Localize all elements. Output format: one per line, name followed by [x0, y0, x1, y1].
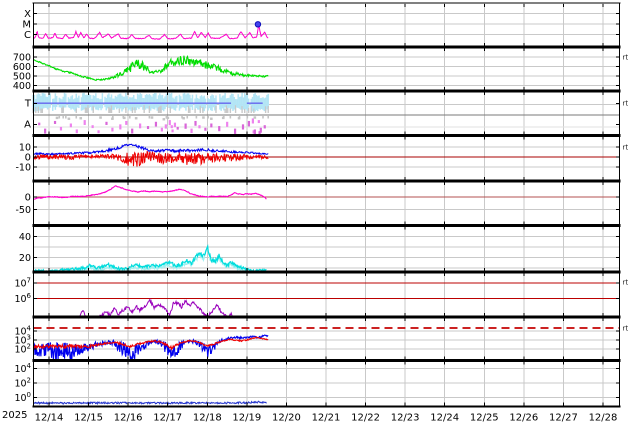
rt-label: rt — [623, 144, 629, 152]
x-tick-label: 12/28 — [589, 413, 618, 424]
x-tick-label: 12/22 — [351, 413, 380, 424]
event-marker — [255, 22, 260, 27]
y-axis-label: A — [24, 120, 31, 131]
x-tick-label: 12/26 — [509, 413, 538, 424]
y-axis-label: T — [24, 99, 32, 110]
rt-label: rt — [623, 279, 629, 287]
space-weather-chart: XMC700600500400TA100-100-504020107106104… — [0, 0, 634, 424]
x-tick-label: 12/25 — [470, 413, 499, 424]
y-axis-label: 40 — [19, 232, 31, 243]
x-tick-label: 12/15 — [74, 413, 103, 424]
x-tick-label: 12/14 — [35, 413, 64, 424]
y-axis-label: M — [22, 19, 31, 30]
rt-label: rt — [623, 100, 629, 108]
y-axis-label: C — [24, 30, 31, 41]
x-tick-label: 12/18 — [193, 413, 222, 424]
y-axis-label: -50 — [15, 205, 31, 216]
y-axis-label: X — [24, 9, 31, 20]
x-tick-label: 12/27 — [549, 413, 578, 424]
rt-label: rt — [623, 54, 629, 62]
x-tick-label: 12/24 — [430, 413, 459, 424]
x-tick-label: 12/21 — [312, 413, 341, 424]
x-tick-label: 12/17 — [153, 413, 182, 424]
y-axis-label: -10 — [15, 162, 31, 173]
y-axis-label: 0 — [25, 192, 31, 203]
x-tick-label: 12/19 — [232, 413, 261, 424]
x-tick-label: 12/23 — [391, 413, 420, 424]
y-axis-label: 20 — [19, 253, 31, 264]
y-axis-label: 400 — [13, 81, 31, 92]
rt-label: rt — [623, 325, 629, 333]
year-label: 2025 — [2, 410, 27, 421]
x-tick-label: 12/20 — [272, 413, 301, 424]
x-tick-label: 12/16 — [114, 413, 143, 424]
chart-canvas: XMC700600500400TA100-100-504020107106104… — [0, 0, 634, 424]
